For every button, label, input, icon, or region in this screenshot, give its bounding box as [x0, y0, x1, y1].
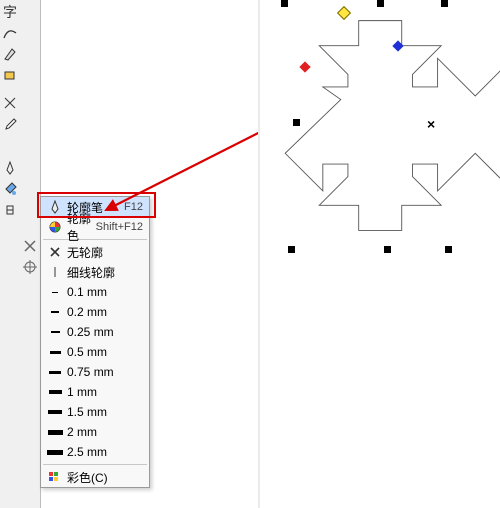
menu-item-w-0.1[interactable]: 0.1 mm	[41, 282, 149, 302]
wheel-icon	[45, 220, 65, 234]
menu-item-outline-color[interactable]: 轮廓色Shift+F12	[41, 217, 149, 237]
toolbox-separator	[1, 86, 19, 92]
flyout-divider	[43, 464, 147, 465]
selected-shape[interactable]	[278, 0, 500, 260]
menu-item-color-presets[interactable]: 彩色(C)	[41, 467, 149, 487]
menu-item-label: 0.25 mm	[65, 325, 145, 339]
menu-item-label: 细线轮廓	[65, 264, 145, 281]
page-edge-shadow	[258, 0, 260, 508]
selection-handle[interactable]	[384, 246, 391, 253]
smart-fill-icon[interactable]	[1, 65, 19, 85]
line-weight-icon	[45, 390, 65, 394]
selection-center-mark: ×	[427, 117, 435, 131]
line-weight-icon	[45, 410, 65, 414]
toolbox-secondary	[20, 0, 41, 508]
transparency-tool-icon[interactable]	[1, 200, 19, 220]
menu-item-w-2[interactable]: 2 mm	[41, 422, 149, 442]
selection-handle[interactable]	[293, 119, 300, 126]
dropper-tool-icon[interactable]	[1, 114, 19, 134]
menu-item-w-0.5[interactable]: 0.5 mm	[41, 342, 149, 362]
line-weight-icon	[45, 430, 65, 435]
app-root: { "toolstrip_a": [ {"name":"text-tool-ic…	[0, 0, 500, 508]
drawing-canvas[interactable]: ×	[258, 0, 500, 508]
freehand-tool-icon[interactable]	[1, 23, 19, 43]
menu-item-hairline[interactable]: 细线轮廓	[41, 262, 149, 282]
line-weight-icon	[45, 292, 65, 293]
menu-item-w-0.75[interactable]: 0.75 mm	[41, 362, 149, 382]
line-weight-icon	[45, 371, 65, 374]
selection-handle[interactable]	[377, 0, 384, 7]
menu-item-label: 0.75 mm	[65, 365, 145, 379]
menu-item-no-outline[interactable]: 无轮廓	[41, 242, 149, 262]
menu-item-shortcut: F12	[124, 201, 145, 213]
interactive-tool-icon[interactable]	[1, 93, 19, 113]
menu-item-w-1[interactable]: 1 mm	[41, 382, 149, 402]
crosshair-tool-icon[interactable]	[21, 257, 39, 277]
line-weight-icon	[45, 311, 65, 313]
menu-item-label: 彩色(C)	[65, 469, 145, 486]
x-icon	[45, 245, 65, 259]
menu-item-label: 0.1 mm	[65, 285, 145, 299]
fill-tool-icon[interactable]	[1, 179, 19, 199]
presets-icon	[45, 470, 65, 484]
selection-handle[interactable]	[288, 246, 295, 253]
menu-item-label: 0.5 mm	[65, 345, 145, 359]
selection-handle[interactable]	[441, 0, 448, 7]
hair-icon	[45, 265, 65, 279]
line-weight-icon	[45, 331, 65, 333]
line-weight-icon	[45, 351, 65, 354]
menu-item-label: 2 mm	[65, 425, 145, 439]
selection-handle[interactable]	[281, 0, 288, 7]
menu-item-w-2.5[interactable]: 2.5 mm	[41, 442, 149, 462]
menu-item-label: 轮廓色	[65, 210, 96, 244]
menu-item-w-0.25[interactable]: 0.25 mm	[41, 322, 149, 342]
nib-icon	[45, 200, 65, 214]
menu-item-label: 1.5 mm	[65, 405, 145, 419]
menu-item-label: 0.2 mm	[65, 305, 145, 319]
text-tool-icon[interactable]: 字	[1, 2, 19, 22]
selection-handle[interactable]	[445, 246, 452, 253]
pen-tool-icon[interactable]	[1, 44, 19, 64]
outline-flyout-menu: 轮廓笔F12轮廓色Shift+F12无轮廓细线轮廓0.1 mm0.2 mm0.2…	[40, 196, 150, 488]
menu-item-label: 无轮廓	[65, 244, 145, 261]
menu-item-w-1.5[interactable]: 1.5 mm	[41, 402, 149, 422]
toolbox-primary: 字	[0, 0, 21, 508]
snap-toggle-icon[interactable]	[21, 236, 39, 256]
menu-item-label: 2.5 mm	[65, 445, 145, 459]
menu-item-label: 1 mm	[65, 385, 145, 399]
outline-tool-icon[interactable]	[1, 158, 19, 178]
line-weight-icon	[45, 450, 65, 455]
menu-item-shortcut: Shift+F12	[96, 221, 145, 233]
menu-item-w-0.2[interactable]: 0.2 mm	[41, 302, 149, 322]
